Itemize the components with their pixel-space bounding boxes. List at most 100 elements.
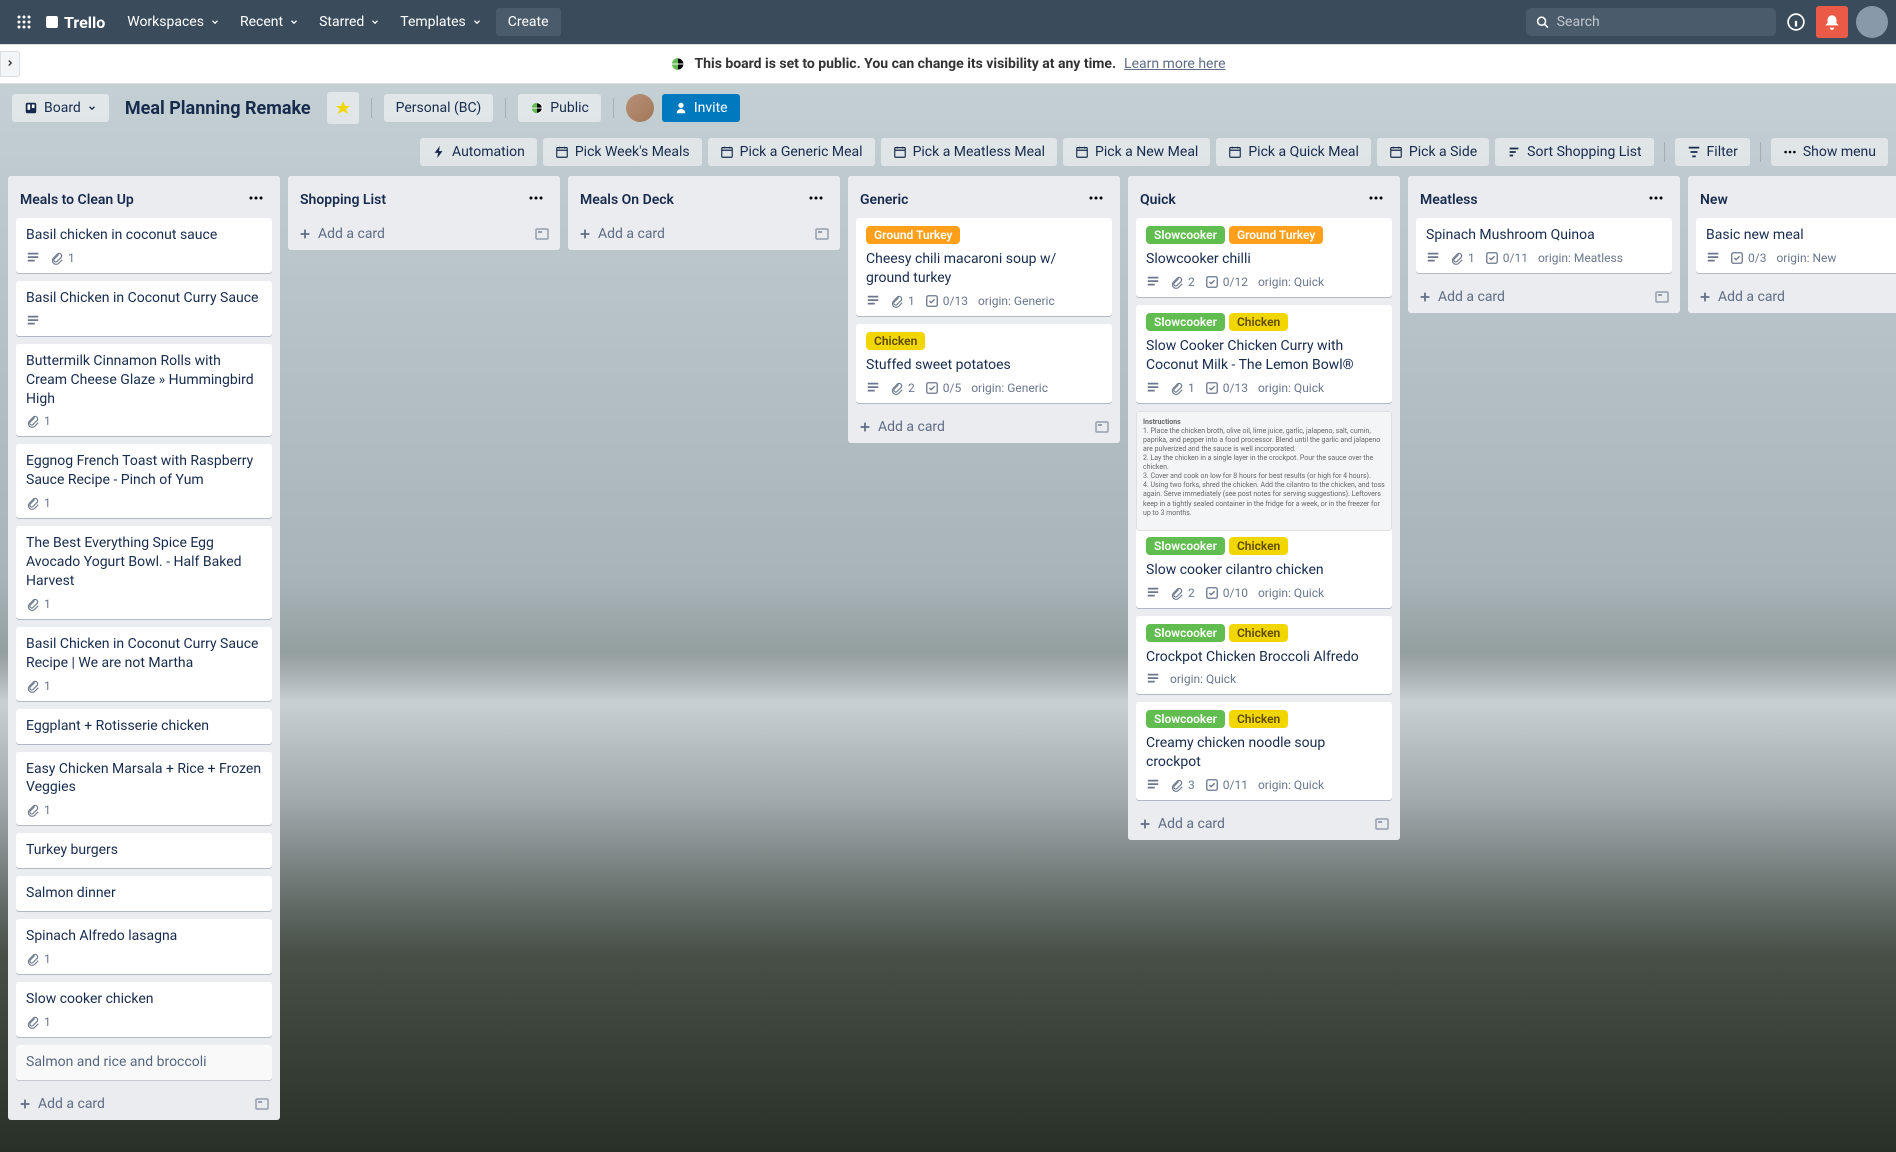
add-card-button[interactable]: Add a card: [8, 1088, 280, 1120]
pick-generic-meal-button[interactable]: Pick a Generic Meal: [708, 138, 875, 166]
apps-switcher-icon[interactable]: [8, 6, 40, 38]
description-icon: [1146, 381, 1160, 395]
board-header: Board Meal Planning Remake Personal (BC)…: [0, 84, 1896, 132]
list-title[interactable]: New: [1700, 192, 1728, 208]
card[interactable]: Salmon and rice and broccoli: [16, 1045, 272, 1080]
show-menu-label: Show menu: [1803, 144, 1876, 160]
add-card-button[interactable]: Add a card: [568, 218, 840, 250]
plus-icon: [1698, 290, 1712, 304]
show-menu-button[interactable]: Show menu: [1771, 138, 1888, 166]
board-title[interactable]: Meal Planning Remake: [117, 98, 319, 119]
pick-side-button[interactable]: Pick a Side: [1377, 138, 1489, 166]
template-icon[interactable]: [534, 226, 550, 242]
list-title[interactable]: Generic: [860, 192, 908, 208]
card[interactable]: Spinach Alfredo lasagna1: [16, 919, 272, 974]
bolt-icon: [432, 145, 446, 159]
invite-button[interactable]: Invite: [662, 94, 740, 122]
template-icon[interactable]: [1094, 419, 1110, 435]
template-icon[interactable]: [254, 1096, 270, 1112]
card[interactable]: Easy Chicken Marsala + Rice + Frozen Veg…: [16, 752, 272, 826]
list-menu-icon[interactable]: [1364, 186, 1388, 214]
list-title[interactable]: Quick: [1140, 192, 1176, 208]
template-icon[interactable]: [814, 226, 830, 242]
add-card-button[interactable]: Add a card: [1688, 281, 1896, 313]
card[interactable]: Instructions1. Place the chicken broth, …: [1136, 411, 1392, 608]
banner-expand-icon[interactable]: [0, 51, 20, 77]
add-card-button[interactable]: Add a card: [288, 218, 560, 250]
checklist-badge: 0/13: [1205, 381, 1248, 395]
workspace-button[interactable]: Personal (BC): [384, 94, 494, 122]
user-avatar[interactable]: [1856, 6, 1888, 38]
card-title: Eggplant + Rotisserie chicken: [26, 717, 262, 736]
notifications-button[interactable]: [1816, 6, 1848, 38]
origin-badge: origin: Quick: [1258, 381, 1324, 395]
plus-icon: [578, 227, 592, 241]
create-button[interactable]: Create: [496, 8, 561, 36]
visibility-button[interactable]: Public: [518, 94, 601, 122]
card[interactable]: Basic new meal 0/3origin: New: [1696, 218, 1896, 273]
label-ground-turkey: Ground Turkey: [1229, 226, 1323, 244]
card[interactable]: SlowcookerGround Turkey Slowcooker chill…: [1136, 218, 1392, 297]
card[interactable]: Slow cooker chicken1: [16, 982, 272, 1037]
nav-starred[interactable]: Starred: [309, 8, 390, 36]
add-card-button[interactable]: Add a card: [1128, 808, 1400, 840]
banner-learn-more-link[interactable]: Learn more here: [1124, 56, 1225, 72]
pick-new-meal-button[interactable]: Pick a New Meal: [1063, 138, 1210, 166]
filter-icon: [1687, 145, 1701, 159]
card[interactable]: Basil Chicken in Coconut Curry Sauce: [16, 281, 272, 336]
add-card-button[interactable]: Add a card: [848, 411, 1120, 443]
automation-button[interactable]: Automation: [420, 138, 537, 166]
list-menu-icon[interactable]: [244, 186, 268, 214]
list-title[interactable]: Meatless: [1420, 192, 1478, 208]
nav-recent[interactable]: Recent: [230, 8, 309, 36]
list-title[interactable]: Meals On Deck: [580, 192, 674, 208]
star-button[interactable]: [327, 92, 359, 124]
card[interactable]: SlowcookerChicken Crockpot Chicken Brocc…: [1136, 616, 1392, 695]
card-title: Basil chicken in coconut sauce: [26, 226, 262, 245]
list-title[interactable]: Meals to Clean Up: [20, 192, 134, 208]
checklist-badge: 0/11: [1205, 778, 1248, 792]
card[interactable]: Turkey burgers: [16, 833, 272, 868]
plus-icon: [1138, 817, 1152, 831]
board-canvas[interactable]: Meals to Clean Up Basil chicken in cocon…: [0, 172, 1896, 1152]
list-menu-icon[interactable]: [1084, 186, 1108, 214]
search-box[interactable]: [1526, 8, 1776, 36]
card[interactable]: Basil chicken in coconut sauce1: [16, 218, 272, 273]
template-icon[interactable]: [1374, 816, 1390, 832]
trello-logo[interactable]: Trello: [44, 13, 105, 32]
list-menu-icon[interactable]: [524, 186, 548, 214]
view-switcher[interactable]: Board: [12, 94, 109, 122]
card[interactable]: Eggnog French Toast with Raspberry Sauce…: [16, 444, 272, 518]
card[interactable]: SlowcookerChicken Creamy chicken noodle …: [1136, 702, 1392, 800]
butler-label: Pick a Quick Meal: [1248, 144, 1359, 160]
search-input[interactable]: [1557, 14, 1766, 30]
card[interactable]: Chicken Stuffed sweet potatoes 20/5origi…: [856, 324, 1112, 403]
pick-meatless-meal-button[interactable]: Pick a Meatless Meal: [881, 138, 1057, 166]
card-title: Crockpot Chicken Broccoli Alfredo: [1146, 648, 1382, 667]
add-card-button[interactable]: Add a card: [1408, 281, 1680, 313]
list-menu-icon[interactable]: [1644, 186, 1668, 214]
card[interactable]: Buttermilk Cinnamon Rolls with Cream Che…: [16, 344, 272, 437]
filter-button[interactable]: Filter: [1675, 138, 1750, 166]
card[interactable]: Spinach Mushroom Quinoa 10/11origin: Mea…: [1416, 218, 1672, 273]
list-menu-icon[interactable]: [804, 186, 828, 214]
template-icon[interactable]: [1654, 289, 1670, 305]
card[interactable]: The Best Everything Spice Egg Avocado Yo…: [16, 526, 272, 619]
card[interactable]: SlowcookerChicken Slow Cooker Chicken Cu…: [1136, 305, 1392, 403]
card[interactable]: Basil Chicken in Coconut Curry Sauce Rec…: [16, 627, 272, 701]
attachment-badge: 1: [26, 679, 51, 693]
sort-shopping-list-button[interactable]: Sort Shopping List: [1495, 138, 1653, 166]
list-title[interactable]: Shopping List: [300, 192, 386, 208]
pick-weeks-meals-button[interactable]: Pick Week's Meals: [543, 138, 702, 166]
nav-workspaces[interactable]: Workspaces: [117, 8, 230, 36]
info-button[interactable]: [1780, 6, 1812, 38]
nav-templates[interactable]: Templates: [390, 8, 492, 36]
globe-icon: [670, 56, 686, 72]
pick-quick-meal-button[interactable]: Pick a Quick Meal: [1216, 138, 1371, 166]
card[interactable]: Ground Turkey Cheesy chili macaroni soup…: [856, 218, 1112, 316]
calendar-icon: [1075, 145, 1089, 159]
top-nav: Trello Workspaces Recent Starred Templat…: [0, 0, 1896, 44]
member-avatar[interactable]: [626, 94, 654, 122]
card[interactable]: Eggplant + Rotisserie chicken: [16, 709, 272, 744]
card[interactable]: Salmon dinner: [16, 876, 272, 911]
